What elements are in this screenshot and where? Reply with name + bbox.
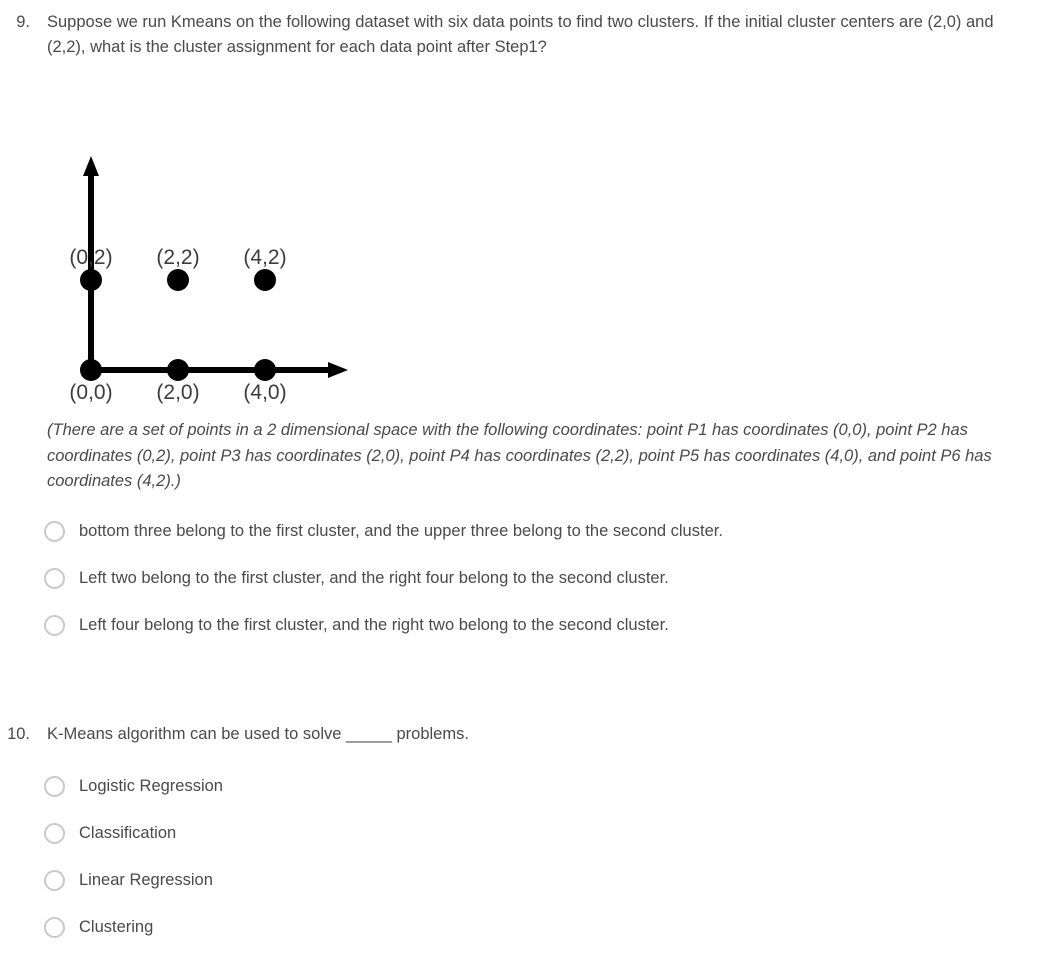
point-label-0-2: (0,2) (69, 246, 112, 269)
option-row[interactable]: bottom three belong to the first cluster… (44, 516, 723, 546)
question-10-text-after-blank: problems. (391, 725, 469, 743)
question-10: 10. K-Means algorithm can be used to sol… (0, 722, 800, 747)
option-row[interactable]: Logistic Regression (44, 771, 223, 801)
radio-button-icon[interactable] (44, 775, 65, 797)
question-9-text: Suppose we run Kmeans on the following d… (47, 13, 994, 56)
question-10-text-before-blank: K-Means algorithm can be used to solve (47, 725, 346, 743)
option-label: bottom three belong to the first cluster… (79, 521, 723, 540)
data-point-p6 (254, 269, 276, 291)
radio-button-icon[interactable] (44, 520, 65, 542)
option-label: Classification (79, 823, 177, 842)
question-10-text: K-Means algorithm can be used to solve _… (47, 722, 787, 747)
question-9-options: bottom three belong to the first cluster… (44, 516, 723, 657)
option-label: Left two belong to the first cluster, an… (79, 568, 669, 587)
radio-button-icon[interactable] (44, 614, 65, 636)
radio-button-icon[interactable] (44, 869, 65, 891)
radio-button-icon[interactable] (44, 822, 65, 844)
radio-button-icon[interactable] (44, 567, 65, 589)
point-label-2-2: (2,2) (156, 246, 199, 269)
option-row[interactable]: Clustering (44, 912, 223, 942)
question-9: 9. Suppose we run Kmeans on the followin… (0, 10, 1040, 60)
worksheet-page: 9. Suppose we run Kmeans on the followin… (0, 0, 1053, 962)
data-point-p3 (167, 359, 189, 381)
question-10-options: Logistic Regression Classification Linea… (44, 771, 223, 959)
option-row[interactable]: Linear Regression (44, 865, 223, 895)
question-9-number: 9. (16, 13, 30, 31)
option-row[interactable]: Classification (44, 818, 223, 848)
point-label-2-0: (2,0) (156, 381, 199, 404)
point-label-4-0: (4,0) (243, 381, 286, 404)
point-label-0-0: (0,0) (69, 381, 112, 404)
option-label: Clustering (79, 917, 154, 936)
data-point-p5 (254, 359, 276, 381)
x-axis-arrowhead (328, 362, 348, 378)
diagram-caption: (There are a set of points in a 2 dimens… (47, 421, 992, 490)
option-label: Logistic Regression (79, 776, 223, 795)
data-point-p4 (167, 269, 189, 291)
option-row[interactable]: Left two belong to the first cluster, an… (44, 563, 723, 593)
y-axis-arrowhead (83, 156, 99, 176)
data-point-p2 (80, 269, 102, 291)
radio-button-icon[interactable] (44, 916, 65, 938)
option-row[interactable]: Left four belong to the first cluster, a… (44, 610, 723, 640)
data-point-p1 (80, 359, 102, 381)
question-10-number: 10. (7, 725, 30, 743)
option-label: Left four belong to the first cluster, a… (79, 615, 669, 634)
point-label-4-2: (4,2) (243, 246, 286, 269)
question-10-blank: _____ (346, 725, 392, 743)
kmeans-scatter-diagram: (0,2) (2,2) (4,2) (0,0) (2,0) (4,0) (30, 140, 430, 415)
option-label: Linear Regression (79, 870, 213, 889)
